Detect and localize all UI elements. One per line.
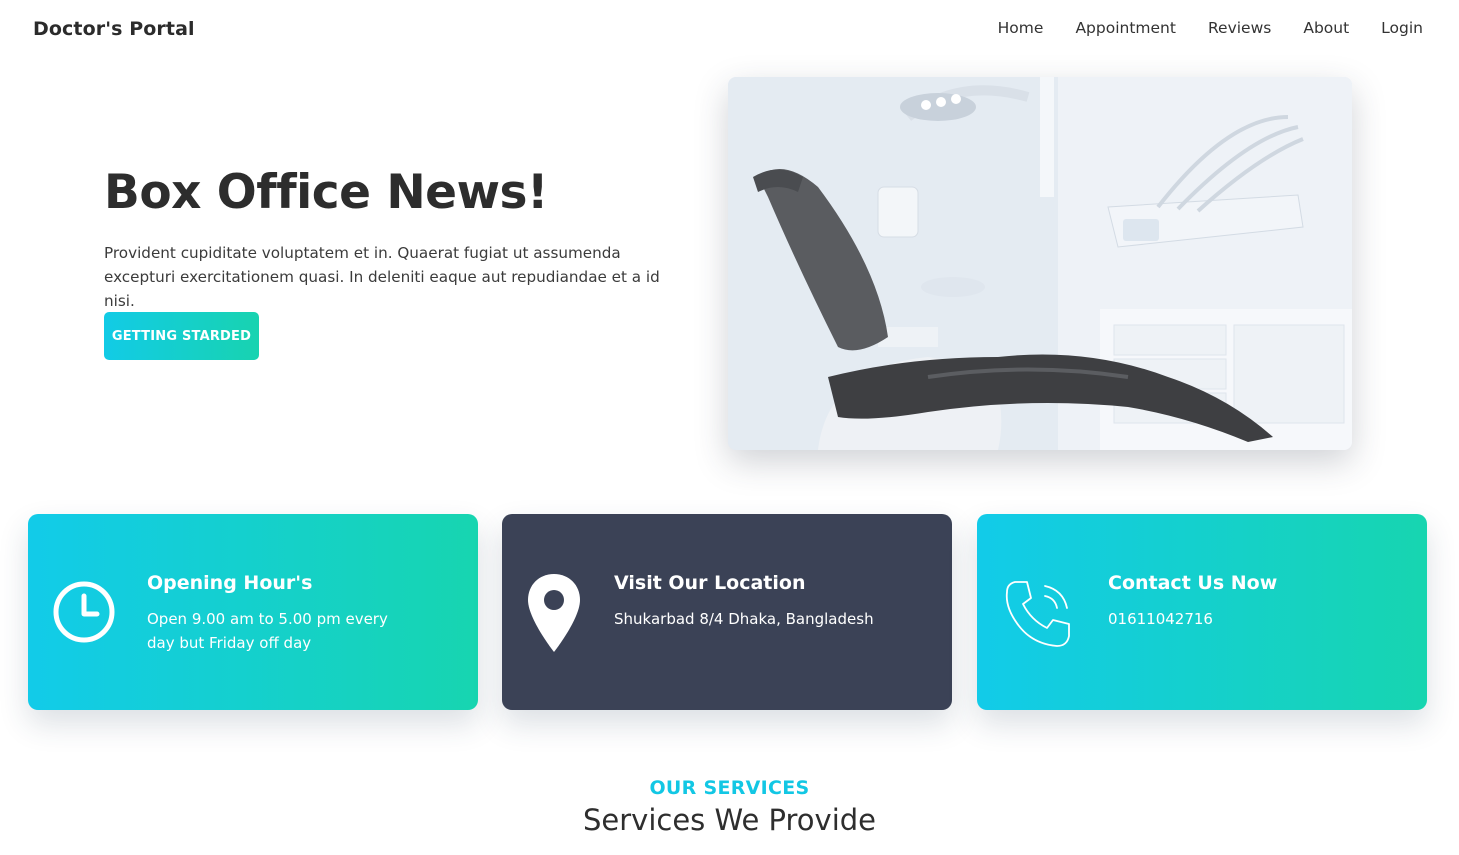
phone-icon — [1001, 576, 1077, 656]
services-title: Services We Provide — [582, 803, 877, 837]
page: Doctor's Portal Home Appointment Reviews… — [0, 0, 1459, 855]
nav-link-login[interactable]: Login — [1381, 19, 1423, 37]
clock-icon — [52, 580, 116, 648]
location-card: Visit Our Location Shukarbad 8/4 Dhaka, … — [502, 514, 952, 710]
nav-link-appointment[interactable]: Appointment — [1075, 19, 1176, 37]
card-text-opening-hours: Open 9.00 am to 5.00 pm every day but Fr… — [147, 610, 388, 652]
location-pin-icon — [526, 572, 582, 658]
nav-link-about[interactable]: About — [1303, 19, 1349, 37]
services-kicker: OUR SERVICES — [649, 777, 810, 799]
card-title-contact: Contact Us Now — [1108, 572, 1278, 594]
hero-title: Box Office News! — [104, 165, 548, 220]
card-title-location: Visit Our Location — [614, 572, 806, 594]
hero-description: Provident cupiditate voluptatem et in. Q… — [104, 244, 660, 310]
getting-started-button[interactable]: GETTING STARDED — [104, 312, 259, 360]
hero-image — [728, 77, 1352, 450]
navbar: Doctor's Portal Home Appointment Reviews… — [0, 0, 1459, 60]
opening-hours-card: Opening Hour's Open 9.00 am to 5.00 pm e… — [28, 514, 478, 710]
card-text-contact[interactable]: 01611042716 — [1108, 607, 1378, 631]
dental-chair-illustration — [728, 77, 1352, 450]
contact-card: Contact Us Now 01611042716 — [977, 514, 1427, 710]
nav-link-home[interactable]: Home — [998, 19, 1044, 37]
card-text-location: Shukarbad 8/4 Dhaka, Bangladesh — [614, 610, 874, 628]
card-title-opening-hours: Opening Hour's — [147, 572, 313, 594]
nav-link-reviews[interactable]: Reviews — [1208, 19, 1271, 37]
brand-logo[interactable]: Doctor's Portal — [33, 18, 195, 40]
nav-links: Home Appointment Reviews About Login — [966, 19, 1423, 37]
